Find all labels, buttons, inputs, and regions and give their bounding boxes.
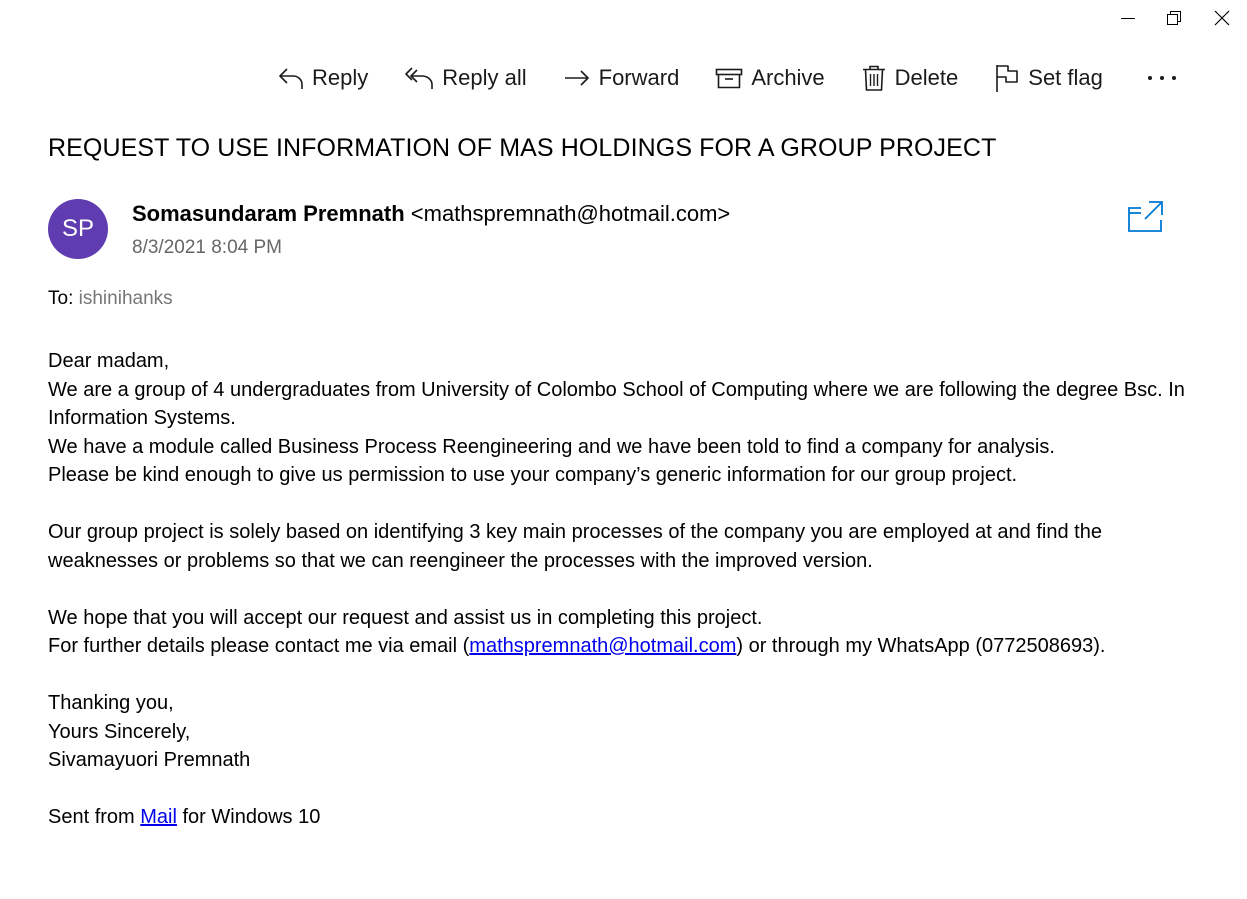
minimize-button[interactable] [1105,0,1151,36]
sent-from-text-after: for Windows 10 [176,806,321,828]
sent-from-line: Sent from Mail for Windows 10 [48,803,1208,832]
set-flag-label: Set flag [1028,65,1103,90]
sent-from-text-before: Sent from [48,806,141,828]
email-subject: REQUEST TO USE INFORMATION OF MAS HOLDIN… [48,134,997,162]
archive-label: Archive [751,65,825,90]
to-label: To: [48,288,74,309]
reply-label: Reply [312,65,369,90]
to-recipient[interactable]: ishinihanks [79,288,173,309]
forward-label: Forward [598,65,680,90]
reply-all-icon [404,65,434,91]
delete-label: Delete [894,65,959,90]
reply-icon [278,65,304,91]
mail-app-link[interactable]: Mail [140,806,177,828]
archive-box-icon [715,65,743,91]
closing-thanks: Thanking you, [48,692,174,714]
delete-button[interactable]: Delete [843,58,977,98]
greeting: Dear madam, [48,350,170,372]
flag-icon [994,63,1020,93]
window-controls [1105,0,1247,36]
reply-all-label: Reply all [442,65,527,90]
close-button[interactable] [1197,0,1247,36]
more-dots-icon [1147,76,1176,80]
body-paragraph: We have a module called Business Process… [48,435,1055,458]
sender-email: <mathspremnath@hotmail.com> [410,201,731,226]
reply-all-button[interactable]: Reply all [386,58,544,98]
avatar[interactable]: SP [48,199,108,259]
contact-text-before: For further details please contact me vi… [48,635,470,657]
body-paragraph: Our group project is solely based on ide… [48,521,1102,572]
contact-paragraph: For further details please contact me vi… [48,632,1208,661]
more-actions-button[interactable] [1121,58,1205,98]
reply-button[interactable]: Reply [260,58,386,98]
open-in-new-window-button[interactable] [1127,200,1165,239]
closing-sincerely: Yours Sincerely, [48,720,191,743]
forward-arrow-icon [563,65,591,91]
signature: Sivamayuori Premnath [48,749,251,771]
restore-icon [1167,11,1181,25]
archive-button[interactable]: Archive [697,58,842,98]
avatar-initials: SP [61,215,94,242]
close-icon [1214,10,1230,26]
restore-button[interactable] [1151,0,1197,36]
recipients-line: To: ishinihanks [48,288,173,310]
set-flag-button[interactable]: Set flag [976,58,1121,98]
forward-button[interactable]: Forward [545,58,698,98]
message-toolbar: Reply Reply all Forward Archive Delete S… [260,58,1205,98]
minimize-icon [1121,18,1135,19]
contact-text-after: ) or through my WhatsApp (0772508693). [736,635,1106,657]
popout-window-icon [1128,201,1163,232]
sent-date: 8/3/2021 8:04 PM [132,237,282,258]
body-paragraph: Please be kind enough to give us permiss… [48,464,1018,486]
sender[interactable]: Somasundaram Premnath <mathspremnath@hot… [132,201,730,227]
sender-name: Somasundaram Premnath [132,201,405,226]
email-link[interactable]: mathspremnath@hotmail.com [469,635,736,657]
trash-icon [861,64,887,92]
email-body: Dear madam, We are a group of 4 undergra… [48,347,1208,832]
mail-window: Reply Reply all Forward Archive Delete S… [0,0,1247,899]
body-paragraph: We are a group of 4 undergraduates from … [48,378,1185,430]
body-paragraph: We hope that you will accept our request… [48,606,763,629]
